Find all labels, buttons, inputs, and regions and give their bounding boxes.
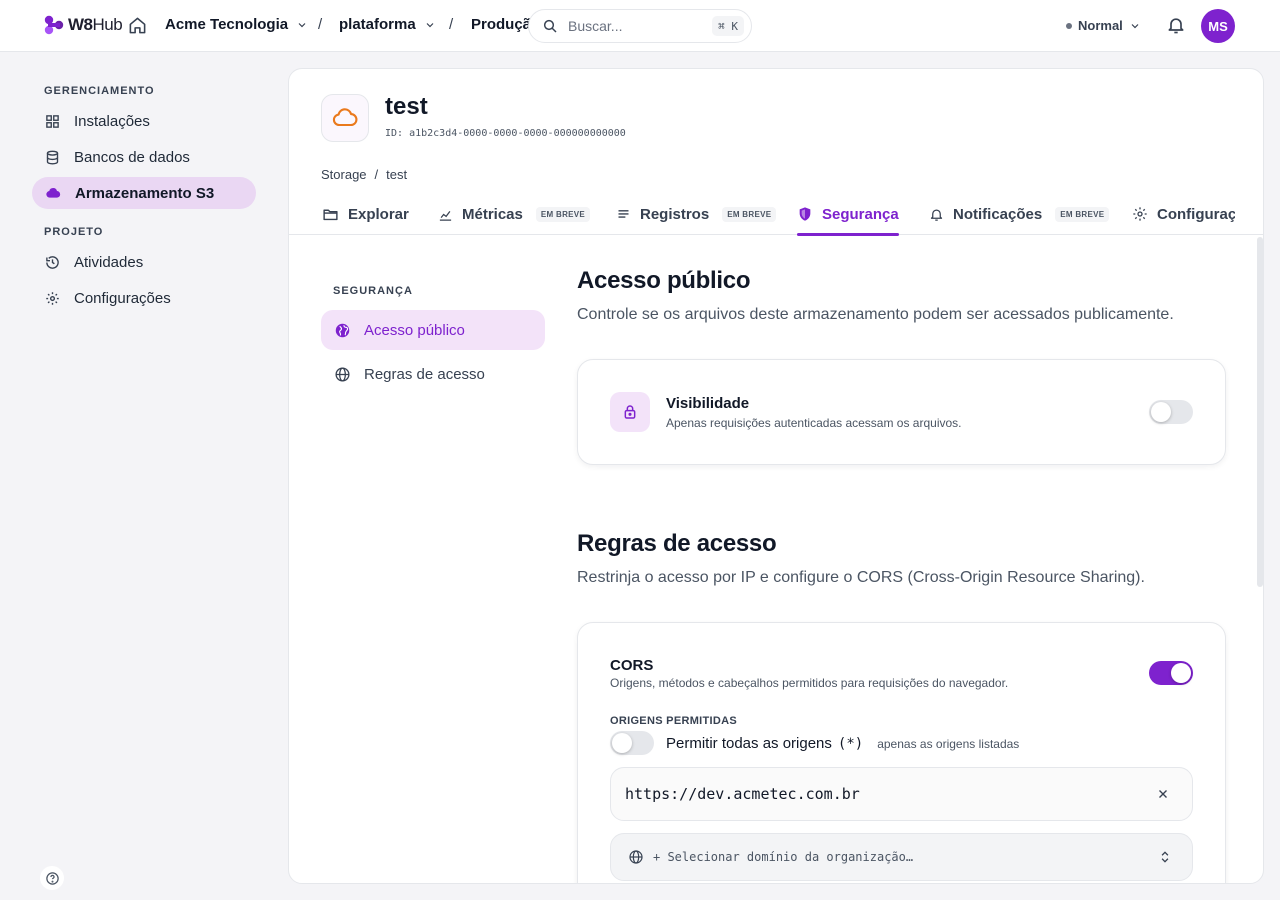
toggle-knob	[612, 733, 632, 753]
help-button[interactable]	[40, 866, 64, 890]
main-panel: test ID: a1b2c3d4-0000-0000-0000-0000000…	[288, 68, 1264, 884]
breadcrumb-separator: /	[449, 16, 454, 33]
tab-security[interactable]: Segurança	[797, 193, 899, 236]
coming-soon-badge: EM BREVE	[1055, 206, 1110, 222]
tab-bar: Explorar Métricas EM BREVE Registros EM …	[289, 193, 1263, 236]
visibility-card: Visibilidade Apenas requisições autentic…	[577, 359, 1226, 465]
coming-soon-badge: EM BREVE	[722, 206, 777, 222]
access-rules-title: Regras de acesso	[577, 530, 777, 557]
sidebar-item-installations[interactable]: Instalações	[32, 105, 256, 137]
visibility-title: Visibilidade	[666, 395, 750, 412]
user-avatar[interactable]: MS	[1201, 9, 1235, 43]
scrollbar[interactable]	[1257, 237, 1263, 587]
org-switcher[interactable]: Acme Tecnologia	[165, 16, 308, 33]
environment-switcher[interactable]: Produção	[471, 16, 531, 33]
logo-mark-icon	[44, 15, 64, 35]
breadcrumb-storage[interactable]: Storage	[321, 167, 367, 182]
resource-id: ID: a1b2c3d4-0000-0000-0000-000000000000	[385, 128, 626, 139]
allow-all-origins-label: Permitir todas as origens (*) apenas as …	[666, 735, 1020, 752]
allow-all-origins-toggle[interactable]	[610, 731, 654, 755]
lock-icon	[610, 392, 650, 432]
database-icon	[45, 150, 60, 165]
logo[interactable]: W8Hub	[44, 13, 123, 37]
chevron-up-down-icon	[1158, 849, 1172, 865]
help-circle-icon	[45, 871, 60, 886]
environment-selector[interactable]: Normal	[1066, 18, 1141, 33]
globe-icon	[628, 849, 644, 865]
security-nav-access-rules[interactable]: Regras de acesso	[321, 354, 545, 394]
cloud-icon	[45, 185, 61, 201]
cors-toggle[interactable]	[1149, 661, 1193, 685]
list-icon	[616, 207, 631, 222]
globe-solid-icon	[334, 322, 351, 339]
sidebar-section-title: PROJETO	[44, 226, 104, 238]
security-nav-title: SEGURANÇA	[333, 285, 413, 297]
search-input[interactable]	[568, 18, 698, 34]
chevron-down-icon	[424, 19, 436, 31]
grid-icon	[45, 114, 60, 129]
allowed-origins-label: ORIGENS PERMITIDAS	[610, 715, 738, 727]
tab-logs[interactable]: Registros EM BREVE	[616, 193, 777, 235]
toggle-knob	[1171, 663, 1191, 683]
chevron-down-icon	[1129, 20, 1141, 32]
project-switcher[interactable]: plataforma	[339, 16, 436, 33]
sidebar-item-databases[interactable]: Bancos de dados	[32, 141, 256, 173]
search-icon	[542, 18, 558, 34]
tab-metrics[interactable]: Métricas EM BREVE	[438, 193, 591, 235]
cloud-outline-icon	[331, 104, 359, 132]
breadcrumb-separator: /	[374, 167, 379, 182]
sidebar-item-settings[interactable]: Configurações	[32, 282, 256, 314]
shield-icon	[797, 206, 813, 222]
toggle-knob	[1151, 402, 1171, 422]
tab-notifications[interactable]: Notificações EM BREVE	[929, 193, 1110, 235]
folder-icon	[322, 206, 339, 223]
remove-origin-close-icon[interactable]	[1156, 787, 1170, 801]
tab-settings[interactable]: Configuraç	[1132, 193, 1235, 235]
globe-icon	[334, 366, 351, 383]
logo-text: W8Hub	[68, 15, 123, 34]
visibility-toggle[interactable]	[1149, 400, 1193, 424]
cors-title: CORS	[610, 657, 654, 674]
breadcrumb: Storage / test	[321, 167, 407, 182]
access-rules-description: Restrinja o acesso por IP e configure o …	[577, 569, 1145, 586]
gear-icon	[1132, 206, 1148, 222]
status-dot	[1066, 22, 1072, 29]
origin-value: https://dev.acmetec.com.br	[625, 785, 860, 803]
tab-explore[interactable]: Explorar	[322, 193, 409, 235]
sidebar-section-title: GERENCIAMENTO	[44, 85, 155, 97]
visibility-description: Apenas requisições autenticadas acessam …	[666, 416, 962, 430]
resource-title: test	[385, 93, 428, 120]
bell-icon	[929, 207, 944, 222]
allow-all-hint: apenas as origens listadas	[877, 737, 1020, 751]
chart-icon	[438, 207, 453, 222]
cors-description: Origens, métodos e cabeçalhos permitidos…	[610, 676, 1009, 690]
origin-entry[interactable]: https://dev.acmetec.com.br	[610, 767, 1193, 821]
history-icon	[45, 255, 60, 270]
cors-card: CORS Origens, métodos e cabeçalhos permi…	[577, 622, 1226, 883]
sidebar-item-s3-storage[interactable]: Armazenamento S3	[32, 177, 256, 209]
gear-icon	[45, 291, 60, 306]
notifications-bell-icon[interactable]	[1166, 15, 1186, 35]
domain-select-placeholder: + Selecionar domínio da organização…	[653, 850, 914, 864]
sidebar-item-activities[interactable]: Atividades	[32, 246, 256, 278]
public-access-description: Controle se os arquivos deste armazename…	[577, 306, 1174, 323]
breadcrumb-separator: /	[318, 16, 323, 33]
coming-soon-badge: EM BREVE	[535, 206, 591, 222]
public-access-title: Acesso público	[577, 267, 751, 294]
search-box[interactable]: ⌘ K	[528, 9, 752, 43]
chevron-down-icon	[296, 19, 308, 31]
domain-select[interactable]: + Selecionar domínio da organização…	[610, 833, 1193, 881]
search-shortcut: ⌘ K	[712, 16, 744, 36]
breadcrumb-current: test	[386, 167, 408, 182]
resource-icon	[321, 94, 369, 142]
top-bar: W8Hub Acme Tecnologia / plataforma / Pro…	[0, 0, 1280, 52]
home-icon[interactable]	[128, 16, 147, 35]
security-nav-public-access[interactable]: Acesso público	[321, 310, 545, 350]
